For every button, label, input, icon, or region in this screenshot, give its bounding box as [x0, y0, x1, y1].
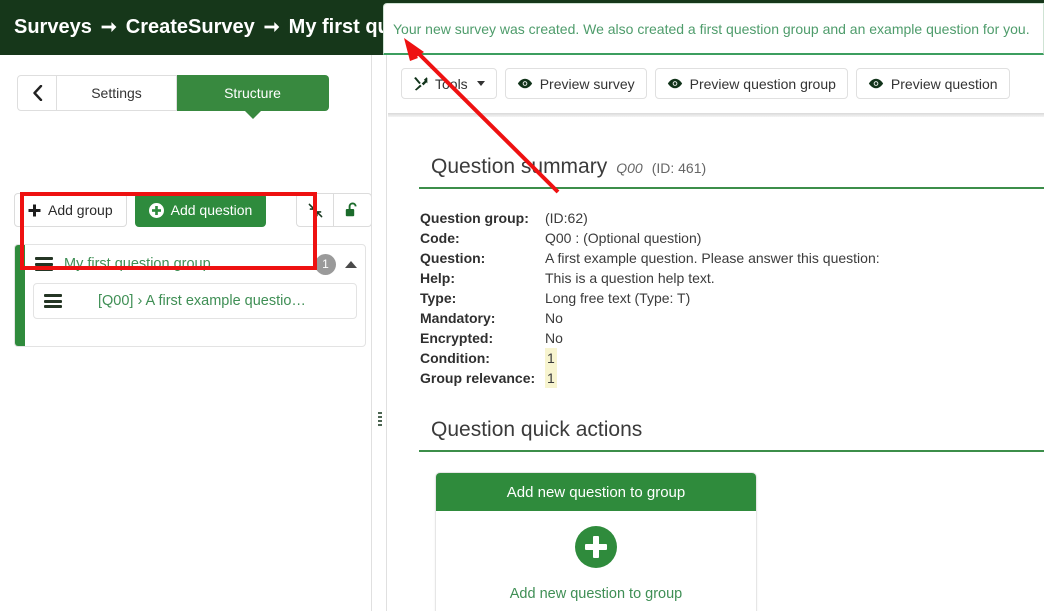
app-root: Surveys ➞ CreateSurvey ➞ My first questi… — [0, 0, 1044, 611]
add-group-label: Add group — [48, 202, 113, 218]
summary-key: Condition: — [420, 350, 490, 366]
summary-key: Mandatory: — [420, 310, 496, 326]
breadcrumb-item-surveys[interactable]: Surveys — [14, 16, 92, 39]
preview-question-label: Preview question — [890, 75, 998, 92]
question-summary-title: Question summary — [431, 155, 608, 178]
summary-value: No — [545, 310, 563, 326]
group-header-row[interactable]: My first question group 1 — [25, 245, 365, 283]
tools-icon — [414, 77, 428, 91]
breadcrumb: Surveys ➞ CreateSurvey ➞ My first questi… — [14, 0, 436, 55]
chevron-down-icon — [476, 81, 485, 86]
left-sidebar: Settings Structure Add group Add questio… — [0, 55, 373, 611]
add-question-button[interactable]: Add question — [134, 193, 267, 227]
arrow-right-icon: ➞ — [263, 17, 280, 38]
list-item[interactable]: [Q00] › A first example questio… — [33, 283, 357, 319]
group-card: My first question group 1 [Q00] › A firs… — [14, 244, 366, 347]
summary-value: No — [545, 330, 563, 346]
question-summary-table: Question group: (ID:62) Code: Q00 : (Opt… — [420, 208, 1044, 388]
notification-text: Your new survey was created. We also cre… — [393, 20, 1030, 37]
summary-value: (ID:62) — [545, 210, 588, 226]
eye-icon — [667, 78, 682, 89]
tab-structure[interactable]: Structure — [177, 75, 329, 119]
eye-icon — [517, 78, 532, 89]
add-question-card[interactable]: Add new question to group Add new questi… — [435, 472, 757, 611]
summary-value: This is a question help text. — [545, 270, 715, 286]
tab-settings[interactable]: Settings — [57, 75, 177, 111]
main-content: Question summary Q00 (ID: 461) Question … — [388, 117, 1044, 611]
summary-value-highlighted: 1 — [545, 368, 557, 388]
add-question-card-caption[interactable]: Add new question to group — [436, 586, 756, 602]
collapse-arrows-icon — [308, 203, 323, 217]
collapse-sidebar-button[interactable] — [17, 75, 57, 111]
group-header-right: 1 — [315, 253, 357, 275]
summary-value-wrap: 1 — [545, 368, 1044, 388]
question-title[interactable]: [Q00] › A first example questio… — [98, 293, 306, 309]
sidebar-action-row: Add group Add question — [14, 193, 373, 227]
summary-value: A first example question. Please answer … — [545, 250, 880, 266]
preview-survey-button[interactable]: Preview survey — [504, 68, 647, 99]
plus-circle-icon[interactable] — [575, 526, 617, 568]
vertical-grip-icon[interactable] — [378, 412, 382, 428]
preview-question-group-button[interactable]: Preview question group — [654, 68, 848, 99]
summary-key: Group relevance: — [420, 370, 536, 386]
group-accent-bar — [15, 245, 25, 346]
summary-key: Help: — [420, 270, 455, 286]
heading-divider — [419, 187, 1044, 189]
panel-splitter[interactable] — [371, 55, 387, 611]
summary-key: Type: — [420, 290, 457, 306]
notification-banner: Your new survey was created. We also cre… — [383, 3, 1044, 55]
breadcrumb-item-createsurvey[interactable]: CreateSurvey — [126, 16, 255, 39]
summary-value: Long free text (Type: T) — [545, 290, 691, 306]
preview-question-group-label: Preview question group — [689, 75, 836, 92]
question-code: Q00 — [616, 160, 643, 176]
summary-key: Question group: — [420, 210, 529, 226]
summary-key: Code: — [420, 230, 460, 246]
question-id: (ID: 461) — [651, 160, 707, 176]
drag-handle-icon[interactable] — [35, 257, 53, 271]
summary-key: Encrypted: — [420, 330, 494, 346]
question-group-tree: My first question group 1 [Q00] › A firs… — [14, 244, 366, 347]
group-footer — [25, 324, 365, 346]
tools-dropdown-button[interactable]: Tools — [401, 68, 497, 99]
question-summary-heading: Question summary Q00 (ID: 461) — [431, 155, 1044, 179]
summary-value: Q00 : (Optional question) — [545, 230, 702, 246]
summary-value-wrap: 1 — [545, 348, 1044, 368]
collapse-all-button[interactable] — [296, 193, 335, 227]
caret-up-icon[interactable] — [345, 260, 357, 268]
quick-actions-divider — [419, 450, 1044, 452]
summary-value-highlighted: 1 — [545, 348, 557, 368]
main-panel: Tools Preview survey Preview question gr… — [388, 55, 1044, 611]
quick-actions-heading: Question quick actions — [431, 418, 643, 441]
main-toolbar: Tools Preview survey Preview question gr… — [401, 68, 1010, 99]
drag-handle-icon[interactable] — [44, 294, 62, 308]
sidebar-tabs: Settings Structure — [17, 75, 329, 119]
group-title[interactable]: My first question group — [64, 256, 211, 272]
summary-key: Question: — [420, 250, 486, 266]
chevron-left-icon — [32, 85, 42, 101]
eye-icon — [868, 78, 884, 89]
unlock-button[interactable] — [334, 193, 373, 227]
arrow-right-icon: ➞ — [100, 17, 117, 38]
group-question-count-badge: 1 — [315, 253, 336, 275]
add-question-label: Add question — [170, 202, 253, 218]
plus-icon — [28, 204, 41, 216]
unlock-padlock-icon — [346, 202, 357, 217]
preview-survey-label: Preview survey — [539, 75, 635, 92]
plus-circle-icon — [148, 202, 164, 218]
add-question-card-body[interactable]: Add new question to group — [436, 511, 756, 611]
add-group-button[interactable]: Add group — [14, 193, 127, 227]
add-question-card-header: Add new question to group — [436, 473, 756, 511]
tools-label: Tools — [435, 75, 468, 92]
preview-question-button[interactable]: Preview question — [855, 68, 1010, 99]
